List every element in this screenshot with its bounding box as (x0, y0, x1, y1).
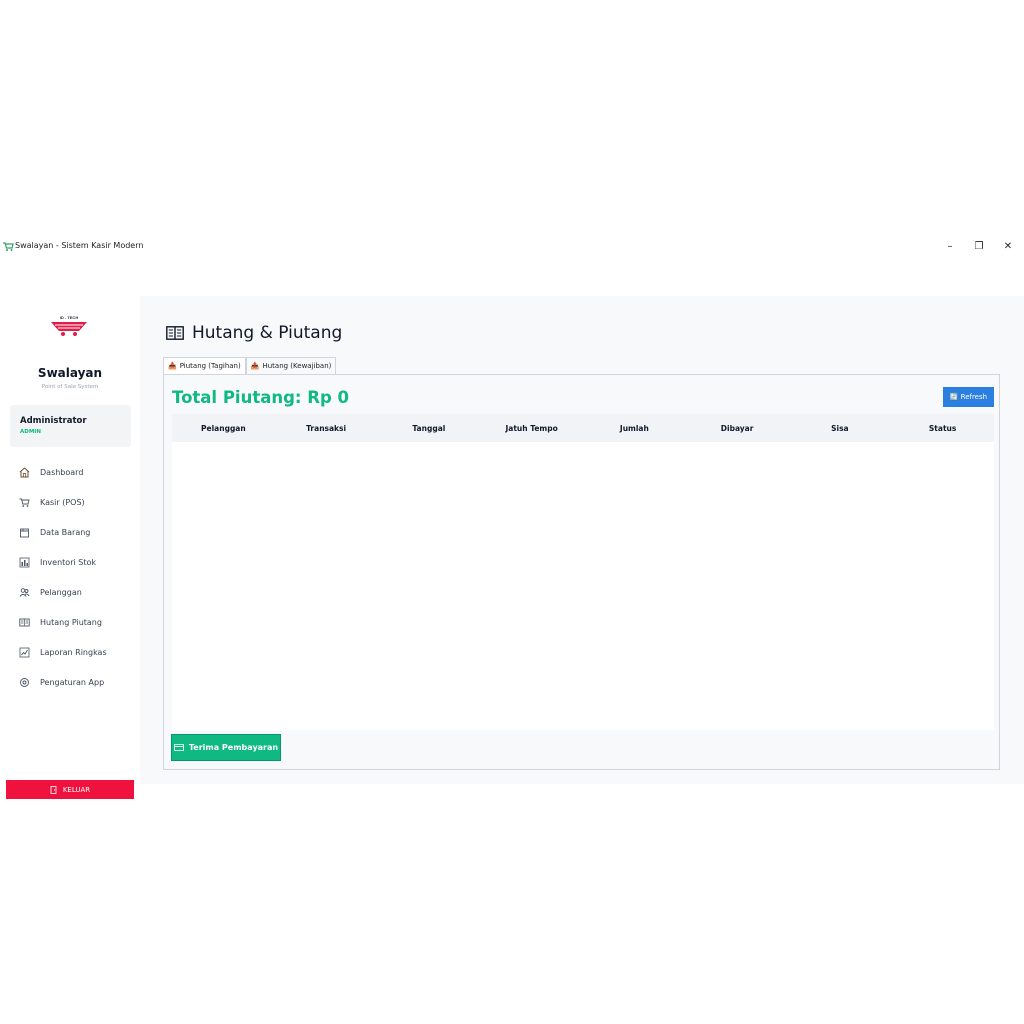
refresh-icon: 🔄 (949, 393, 959, 401)
column-header[interactable]: Dibayar (686, 414, 789, 442)
maximize-button[interactable]: ❐ (966, 237, 992, 255)
window-title: Swalayan - Sistem Kasir Modern (15, 241, 144, 250)
home-icon (18, 466, 30, 478)
outbox-icon: 📤 (250, 362, 260, 370)
tab-piutang[interactable]: 📥 Piutang (Tagihan) (163, 357, 246, 374)
page-header: Hutang & Piutang (166, 321, 342, 345)
column-header[interactable]: Jatuh Tempo (480, 414, 583, 442)
column-header[interactable]: Jumlah (583, 414, 686, 442)
column-header[interactable]: Transaksi (275, 414, 378, 442)
page-title: Hutang & Piutang (192, 323, 343, 343)
title-bar: Swalayan - Sistem Kasir Modern – ❐ ✕ (0, 234, 1024, 258)
sidebar-item-label: Pengaturan App (40, 677, 105, 687)
door-icon (50, 785, 57, 794)
refresh-button[interactable]: 🔄 Refresh (943, 387, 994, 407)
ledger-book-icon (166, 326, 184, 340)
sidebar-item-hutang-piutang[interactable]: Hutang Piutang (18, 614, 136, 630)
tab-label: Piutang (Tagihan) (179, 362, 241, 370)
sidebar-item-pelanggan[interactable]: Pelanggan (18, 584, 136, 600)
sidebar-item-label: Inventori Stok (40, 557, 96, 567)
sidebar-item-label: Laporan Ringkas (40, 647, 107, 657)
report-icon (18, 646, 30, 658)
total-piutang: Total Piutang: Rp 0 (172, 388, 349, 407)
tab-hutang[interactable]: 📤 Hutang (Kewajiban) (245, 357, 337, 374)
tab-label: Hutang (Kewajiban) (262, 362, 332, 370)
main-content: Hutang & Piutang 📥 Piutang (Tagihan) 📤 H… (140, 296, 1024, 784)
chart-icon (18, 556, 30, 568)
pay-label: Terima Pembayaran (188, 743, 279, 752)
sidebar: ID - TECH Swalayan Point of Sale System … (0, 258, 140, 799)
sidebar-item-label: Pelanggan (40, 587, 82, 597)
close-button[interactable]: ✕ (995, 237, 1021, 255)
inbox-icon: 📥 (168, 362, 177, 370)
table-header: Pelanggan Transaksi Tanggal Jatuh Tempo … (172, 414, 994, 442)
logout-label: KELUAR (62, 785, 91, 794)
column-header[interactable]: Tanggal (378, 414, 481, 442)
user-name: Administrator (20, 416, 87, 426)
sidebar-item-label: Hutang Piutang (40, 617, 102, 627)
column-header[interactable]: Status (891, 414, 994, 442)
sidebar-item-label: Kasir (POS) (40, 497, 85, 507)
tab-bar: 📥 Piutang (Tagihan) 📤 Hutang (Kewajiban) (163, 357, 337, 374)
sidebar-item-data-barang[interactable]: Data Barang (18, 524, 136, 540)
piutang-table[interactable]: Pelanggan Transaksi Tanggal Jatuh Tempo … (172, 414, 994, 730)
sidebar-item-dashboard[interactable]: Dashboard (18, 464, 136, 480)
receive-payment-button[interactable]: Terima Pembayaran (171, 734, 281, 761)
logout-button[interactable]: KELUAR (6, 780, 134, 799)
customers-icon (18, 586, 30, 598)
cart-app-icon (3, 242, 14, 251)
box-icon (18, 526, 30, 538)
sidebar-item-pengaturan[interactable]: Pengaturan App (18, 674, 136, 690)
column-header[interactable]: Pelanggan (172, 414, 275, 442)
sidebar-item-inventori[interactable]: Inventori Stok (18, 554, 136, 570)
card-icon (174, 744, 184, 751)
sidebar-item-kasir[interactable]: Kasir (POS) (18, 494, 136, 510)
column-header[interactable]: Sisa (789, 414, 892, 442)
sidebar-item-laporan[interactable]: Laporan Ringkas (18, 644, 136, 660)
cart-icon (18, 496, 30, 508)
app-window: Swalayan - Sistem Kasir Modern – ❐ ✕ ID … (0, 234, 1024, 799)
svg-text:ID - TECH: ID - TECH (60, 315, 79, 320)
user-role: ADMIN (20, 429, 41, 435)
sidebar-item-label: Data Barang (40, 527, 91, 537)
user-card: Administrator ADMIN (10, 405, 131, 447)
settings-icon (18, 676, 30, 688)
minimize-button[interactable]: – (937, 237, 963, 255)
refresh-label: Refresh (960, 393, 988, 401)
idtech-logo: ID - TECH (51, 315, 87, 336)
sidebar-item-label: Dashboard (40, 467, 84, 477)
ledger-icon (18, 616, 30, 628)
brand-subtitle: Point of Sale System (41, 384, 99, 390)
tab-panel: Total Piutang: Rp 0 🔄 Refresh Pelanggan … (163, 374, 1000, 770)
brand-name: Swalayan (37, 366, 103, 380)
